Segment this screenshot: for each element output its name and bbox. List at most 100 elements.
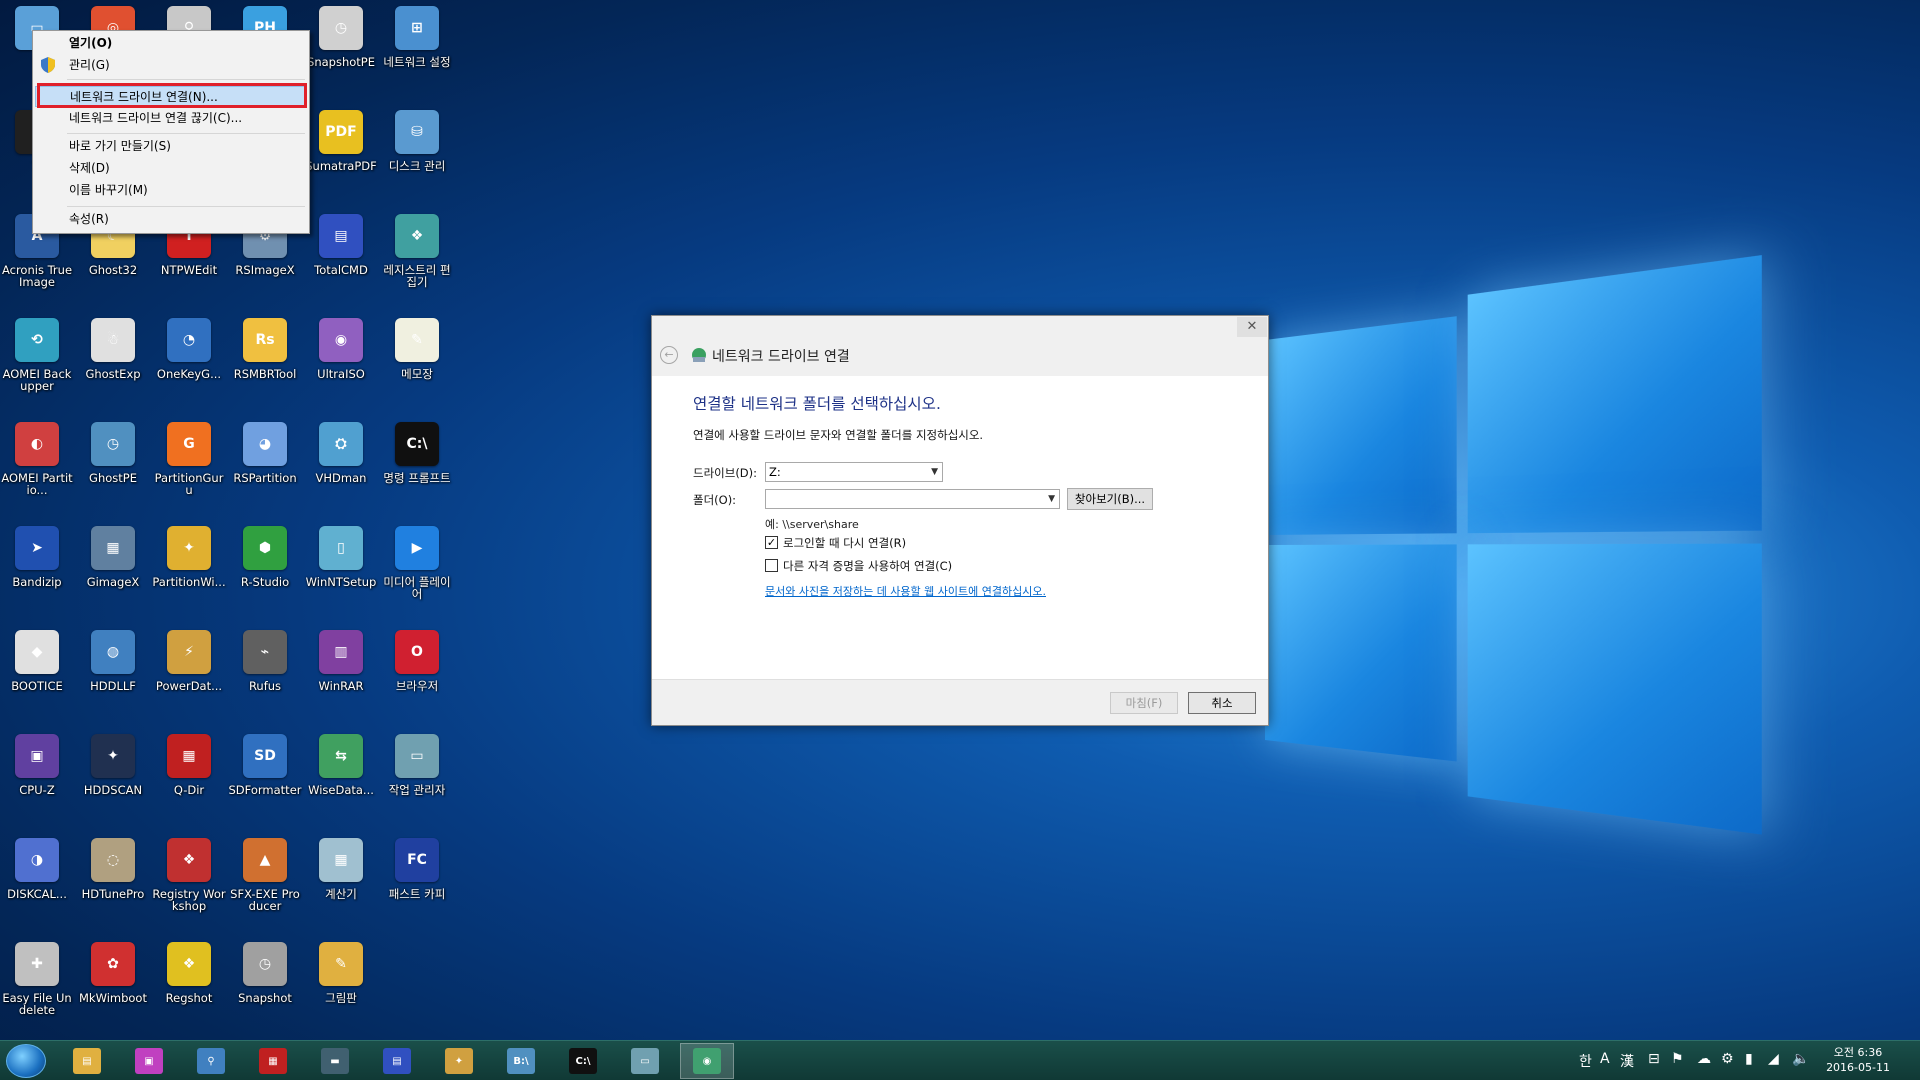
app-icon: ▣ xyxy=(15,734,59,778)
ime-hanja-indicator[interactable]: 漢 xyxy=(1620,1051,1634,1071)
desktop-icon[interactable]: O 브라우저 xyxy=(380,630,454,692)
app-icon: C:\ xyxy=(395,422,439,466)
desktop-icon[interactable]: PDF SumatraPDF xyxy=(304,110,378,172)
desktop-icon[interactable]: ▤ TotalCMD xyxy=(304,214,378,276)
desktop-icon[interactable]: ▦ 계산기 xyxy=(304,838,378,900)
volume-icon[interactable]: 🔈 xyxy=(1792,1051,1809,1067)
taskbar-item-bandizip[interactable]: B:\ xyxy=(494,1043,548,1079)
battery-icon[interactable]: ▮ xyxy=(1745,1051,1753,1067)
desktop-icon[interactable]: ⟲ AOMEI Backupper xyxy=(0,318,74,392)
desktop-icon[interactable]: ◔ OneKeyG... xyxy=(152,318,226,380)
usb-icon[interactable]: ⚑ xyxy=(1671,1051,1684,1067)
taskbar-item-tool[interactable]: ✦ xyxy=(432,1043,486,1079)
desktop-icon[interactable]: ⬢ R-Studio xyxy=(228,526,302,588)
desktop-icon[interactable]: ◐ AOMEI Partitio... xyxy=(0,422,74,496)
desktop-icon[interactable]: ✦ PartitionWi... xyxy=(152,526,226,588)
desktop-icon[interactable]: Rs RSMBRTool xyxy=(228,318,302,380)
desktop-icon[interactable]: ✦ HDDSCAN xyxy=(76,734,150,796)
desktop-icon[interactable]: ⇆ WiseData... xyxy=(304,734,378,796)
taskbar-item-task-manager[interactable]: ▭ xyxy=(618,1043,672,1079)
desktop-icon[interactable]: ➤ Bandizip xyxy=(0,526,74,588)
desktop-icon-label: WinRAR xyxy=(304,680,378,692)
desktop-icon[interactable]: ◷ Snapshot xyxy=(228,942,302,1004)
desktop-icon[interactable]: ◕ RSPartition xyxy=(228,422,302,484)
ime-han-indicator[interactable]: 한 xyxy=(1579,1051,1592,1071)
settings-icon[interactable]: ⚙ xyxy=(1721,1051,1734,1067)
desktop-icon[interactable]: ☃ GhostExp xyxy=(76,318,150,380)
cancel-button[interactable]: 취소 xyxy=(1188,692,1256,714)
taskbar-item-q-dir[interactable]: ▦ xyxy=(246,1043,300,1079)
desktop-icon[interactable]: ▯ WinNTSetup xyxy=(304,526,378,588)
desktop-icon[interactable]: ✿ MkWimboot xyxy=(76,942,150,1004)
menu-item-rename[interactable]: 이름 바꾸기(M) xyxy=(35,180,307,201)
desktop-icon[interactable]: ▲ SFX-EXE Producer xyxy=(228,838,302,912)
finish-button[interactable]: 마침(F) xyxy=(1110,692,1178,714)
taskbar-item-color-app[interactable]: ▣ xyxy=(122,1043,176,1079)
menu-item-delete[interactable]: 삭제(D) xyxy=(35,158,307,179)
taskbar-item-search-tool[interactable]: ⚲ xyxy=(184,1043,238,1079)
other-credentials-checkbox[interactable] xyxy=(765,559,778,572)
desktop-icon[interactable]: ✚ Easy File Undelete xyxy=(0,942,74,1016)
cloud-icon[interactable]: ☁ xyxy=(1697,1051,1711,1067)
desktop-icon[interactable]: ▣ CPU-Z xyxy=(0,734,74,796)
desktop-icon[interactable]: ▦ Q-Dir xyxy=(152,734,226,796)
desktop-icon[interactable]: ◷ GhostPE xyxy=(76,422,150,484)
taskbar-item-network-drive[interactable]: ◉ xyxy=(680,1043,734,1079)
desktop-icon[interactable]: FC 패스트 카피 xyxy=(380,838,454,900)
signal-icon[interactable]: ◢ xyxy=(1768,1051,1779,1067)
taskbar-clock[interactable]: 오전 6:36 2016-05-11 xyxy=(1826,1045,1890,1075)
desktop-icon[interactable]: SD SDFormatter xyxy=(228,734,302,796)
desktop-icon[interactable]: ◷ SnapshotPE xyxy=(304,6,378,68)
taskbar-item-explorer[interactable]: ▤ xyxy=(60,1043,114,1079)
menu-item-create-shortcut[interactable]: 바로 가기 만들기(S) xyxy=(35,136,307,157)
back-arrow-icon[interactable]: ← xyxy=(660,346,678,364)
desktop-icon[interactable]: ❖ 레지스트리 편집기 xyxy=(380,214,454,288)
desktop-icon[interactable]: ◆ BOOTICE xyxy=(0,630,74,692)
desktop-icon[interactable]: ◉ UltraISO xyxy=(304,318,378,380)
desktop-icon[interactable]: G PartitionGuru xyxy=(152,422,226,496)
desktop-icon-label: 브라우저 xyxy=(380,680,454,692)
desktop-icon[interactable]: ⛁ 디스크 관리 xyxy=(380,110,454,172)
other-credentials-label[interactable]: 다른 자격 증명을 사용하여 연결(C) xyxy=(783,558,952,574)
desktop-icon[interactable]: ◌ HDTunePro xyxy=(76,838,150,900)
drive-select[interactable]: Z: ▼ xyxy=(765,462,943,482)
website-link[interactable]: 문서와 사진을 저장하는 데 사용할 웹 사이트에 연결하십시오. xyxy=(765,583,1046,599)
reconnect-label[interactable]: 로그인할 때 다시 연결(R) xyxy=(783,535,906,551)
desktop-icon[interactable]: ◑ DISKCAL... xyxy=(0,838,74,900)
desktop-icon[interactable]: ◍ HDDLLF xyxy=(76,630,150,692)
desktop-icon[interactable]: ⊞ 네트워크 설정 xyxy=(380,6,454,68)
desktop-icon[interactable]: ⚡ PowerDat... xyxy=(152,630,226,692)
clock-date: 2016-05-11 xyxy=(1826,1060,1890,1075)
desktop-icon[interactable]: ✎ 그림판 xyxy=(304,942,378,1004)
chevron-down-icon[interactable]: ▼ xyxy=(1048,490,1055,508)
taskbar-item-window[interactable]: ▬ xyxy=(308,1043,362,1079)
desktop-icon[interactable]: ▶ 미디어 플레이어 xyxy=(380,526,454,600)
start-button[interactable] xyxy=(6,1044,46,1078)
desktop-icon[interactable]: C:\ 명령 프롬프트 xyxy=(380,422,454,484)
menu-item-disconnect-network-drive[interactable]: 네트워크 드라이브 연결 끊기(C)... xyxy=(35,108,307,129)
taskbar-item-cmd[interactable]: C:\ xyxy=(556,1043,610,1079)
desktop-icon[interactable]: ❖ Registry Workshop xyxy=(152,838,226,912)
app-icon: ◌ xyxy=(91,838,135,882)
desktop-icon[interactable]: ⛭ VHDman xyxy=(304,422,378,484)
desktop-icon[interactable]: ▦ GimageX xyxy=(76,526,150,588)
network-icon[interactable]: ⊟ xyxy=(1648,1051,1660,1067)
desktop-icon[interactable]: ✎ 메모장 xyxy=(380,318,454,380)
menu-item-manage[interactable]: 관리(G) xyxy=(35,55,307,76)
browse-button[interactable]: 찾아보기(B)... xyxy=(1067,488,1153,510)
close-icon[interactable]: ✕ xyxy=(1237,317,1267,337)
desktop-icon[interactable]: ▥ WinRAR xyxy=(304,630,378,692)
reconnect-checkbox[interactable]: ✓ xyxy=(765,536,778,549)
desktop-icon-label: 명령 프롬프트 xyxy=(380,472,454,484)
folder-input[interactable]: ▼ xyxy=(765,489,1060,509)
desktop-icon[interactable]: ▭ 작업 관리자 xyxy=(380,734,454,796)
menu-item-properties[interactable]: 속성(R) xyxy=(35,209,307,230)
desktop-icon[interactable]: ❖ Regshot xyxy=(152,942,226,1004)
taskbar-item-floppy[interactable]: ▤ xyxy=(370,1043,424,1079)
menu-item-manage-label: 관리(G) xyxy=(69,58,110,72)
desktop-icon-label: Bandizip xyxy=(0,576,74,588)
desktop-icon-label: 레지스트리 편집기 xyxy=(380,264,454,288)
menu-item-open[interactable]: 열기(O) xyxy=(35,33,307,54)
desktop-icon[interactable]: ⌁ Rufus xyxy=(228,630,302,692)
ime-a-indicator[interactable]: A xyxy=(1600,1051,1610,1067)
